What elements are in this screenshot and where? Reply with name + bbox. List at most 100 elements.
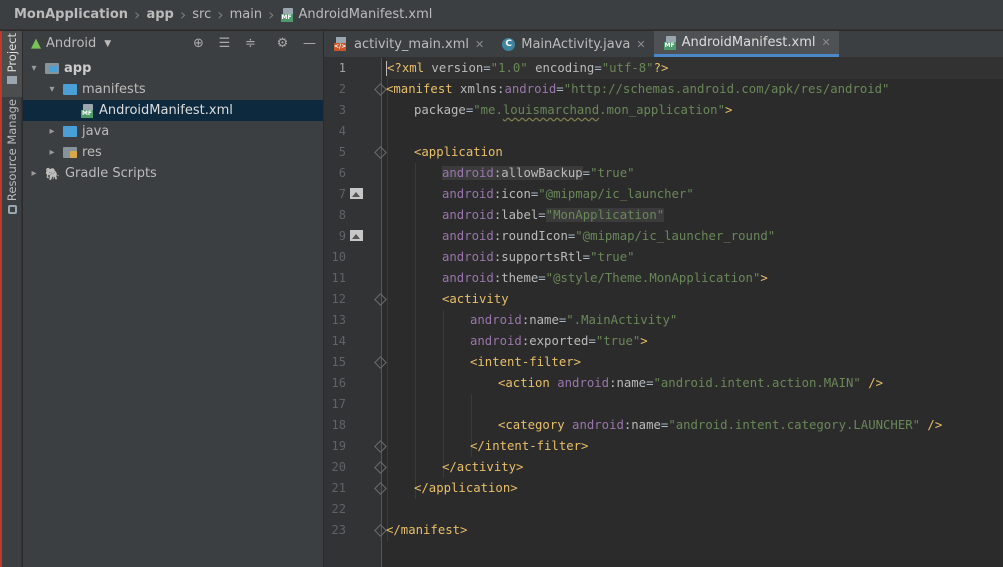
code-line: <category android:name="android.intent.c… [498,418,943,432]
image-preview-icon[interactable] [350,230,363,241]
code-line: </manifest> [386,523,468,537]
editor-gutter: 1 2 3 4 5 6 7 8 9 10 11 12 13 14 15 16 1… [324,58,387,567]
tree-item-res[interactable]: ▸ res [23,142,323,163]
line-number: 4 [338,124,346,138]
android-icon: ▲ [31,36,41,51]
line-number: 21 [331,481,346,495]
collapse-all-icon[interactable]: ≑ [242,35,259,52]
line-number: 1 [338,61,346,75]
line-number: 10 [331,250,346,264]
close-icon[interactable]: ✕ [636,38,645,51]
code-editor[interactable]: 1 2 3 4 5 6 7 8 9 10 11 12 13 14 15 16 1… [324,58,1003,567]
line-number: 20 [331,460,346,474]
tab-main-activity-java[interactable]: C MainActivity.java ✕ [492,31,653,57]
tree-item-app[interactable]: ▾ app [23,58,323,79]
code-line: <intent-filter> [470,355,582,369]
close-icon[interactable]: ✕ [821,36,830,49]
minimize-icon[interactable]: — [301,35,318,52]
fold-marker-icon[interactable] [374,83,387,96]
tab-label: MainActivity.java [521,36,631,52]
breadcrumb-item-project[interactable]: MonApplication [14,7,128,22]
image-preview-icon[interactable] [350,188,363,199]
line-number: 7 [338,187,346,201]
code-line: package="me.louismarchand.mon_applicatio… [414,103,733,117]
tree-item-android-manifest[interactable]: MF AndroidManifest.xml [23,100,323,121]
indent-guide [415,163,416,499]
resource-tab-label: Resource Manage [5,99,19,202]
code-line: </application> [414,481,518,495]
folder-icon [63,84,77,95]
module-folder-icon [45,63,59,74]
tab-activity-main-xml[interactable]: </> activity_main.xml ✕ [324,31,492,57]
tree-item-label: app [64,61,92,76]
expand-all-icon[interactable]: ☰ [216,35,233,52]
breadcrumb-item-src[interactable]: src [192,7,211,22]
chevron-down-icon: ▼ [104,38,112,49]
fold-marker-icon[interactable] [374,293,387,306]
line-number: 19 [331,439,346,453]
line-number: 22 [331,502,346,516]
code-line: </activity> [442,460,524,474]
tab-android-manifest-xml[interactable]: MF AndroidManifest.xml ✕ [653,31,839,57]
code-line: android:allowBackup="true" [442,166,635,180]
chevron-right-icon: › [217,4,224,24]
fold-marker-icon[interactable] [374,356,387,369]
tab-label: AndroidManifest.xml [681,35,816,50]
tree-item-manifests[interactable]: ▾ manifests [23,79,323,100]
view-mode-dropdown[interactable]: ▲ Android ▼ [31,36,111,51]
resource-folder-icon [63,147,77,158]
code-line: android:supportsRtl="true" [442,250,635,264]
tree-item-label: AndroidManifest.xml [99,103,233,118]
line-number: 17 [331,397,346,411]
chevron-right-icon: › [268,4,275,24]
indent-guide [443,310,444,478]
tree-item-java[interactable]: ▸ java [23,121,323,142]
resource-manager-icon [7,205,17,215]
tree-item-gradle-scripts[interactable]: ▸ 🐘 Gradle Scripts [23,163,323,184]
code-line: android:label="MonApplication" [442,208,665,222]
project-tree: ▾ app ▾ manifests MF AndroidManifest.xml… [23,58,323,184]
gear-icon[interactable]: ⚙ [274,35,291,52]
view-mode-label: Android [46,36,97,51]
line-number: 18 [331,418,346,432]
chevron-right-icon: ▸ [49,147,55,158]
fold-marker-icon[interactable] [374,524,387,537]
line-number: 13 [331,313,346,327]
fold-marker-icon[interactable] [374,440,387,453]
code-line: android:roundIcon="@mipmap/ic_launcher_r… [442,229,776,243]
layout-xml-icon: </> [334,37,348,51]
line-number: 16 [331,376,346,390]
line-number: 11 [331,271,346,285]
line-number: 2 [338,82,346,96]
fold-marker-icon[interactable] [374,461,387,474]
code-line: android:name=".MainActivity" [470,313,678,327]
tab-label: activity_main.xml [354,36,470,52]
project-tab-label: Project [5,33,19,73]
line-number: 6 [338,166,346,180]
fold-marker-icon[interactable] [374,482,387,495]
code-line: <application [414,145,503,159]
locate-icon[interactable]: ⊕ [190,35,207,52]
chevron-right-icon: › [134,4,141,24]
code-line: <activity [442,292,509,306]
manifest-icon: MF [81,103,95,118]
breadcrumb: MonApplication › app › src › main › MF A… [0,0,1003,30]
project-panel-header: ▲ Android ▼ ⊕ ☰ ≑ ⚙ — [23,31,323,56]
breadcrumb-item-module[interactable]: app [146,7,173,22]
manifest-icon: MF [663,35,678,50]
line-number: 15 [331,355,346,369]
breadcrumb-item-main[interactable]: main [230,7,262,22]
chevron-down-icon: ▾ [49,84,55,95]
tab-project-tool[interactable]: Project [2,31,22,97]
code-line: android:exported="true"> [470,334,648,348]
folder-icon [7,76,17,85]
project-panel: ▲ Android ▼ ⊕ ☰ ≑ ⚙ — ▾ app ▾ manifests … [23,31,324,567]
code-line: <manifest xmlns:android="http://schemas.… [386,82,890,96]
breadcrumb-item-file[interactable]: MF AndroidManifest.xml [280,7,432,22]
close-icon[interactable]: ✕ [475,38,484,51]
editor-tab-bar: </> activity_main.xml ✕ C MainActivity.j… [324,31,1003,58]
fold-marker-icon[interactable] [374,146,387,159]
line-number: 5 [338,145,346,159]
line-number: 23 [331,523,346,537]
tab-resource-manager[interactable]: Resource Manage [2,99,22,227]
